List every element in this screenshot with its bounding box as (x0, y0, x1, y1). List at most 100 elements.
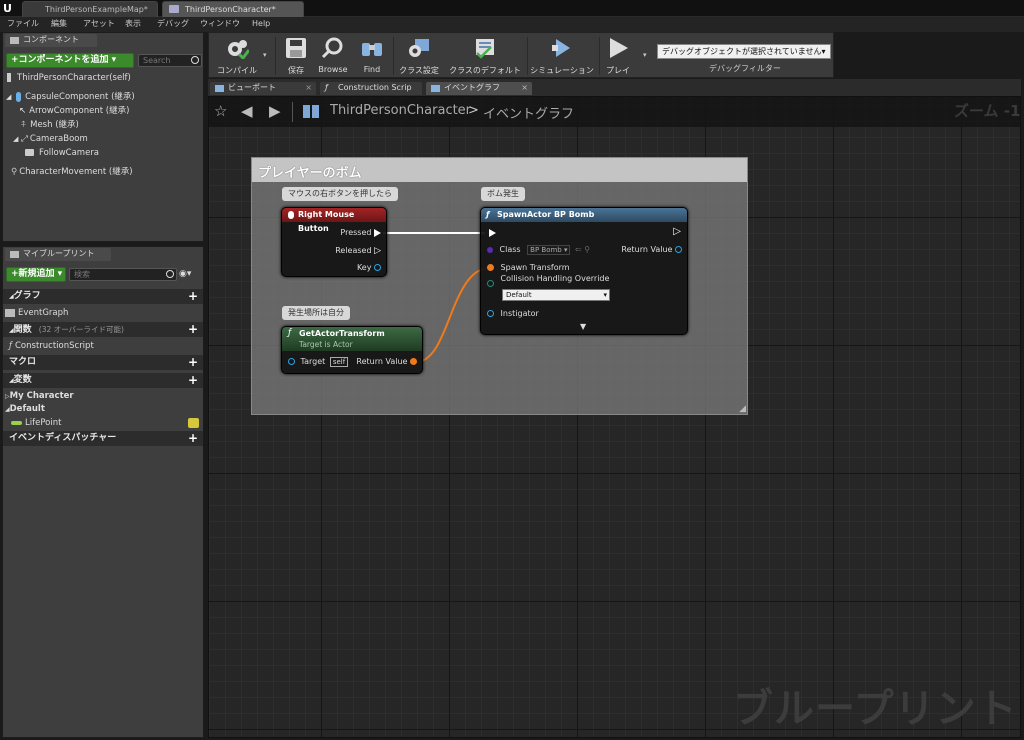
menu-debug[interactable]: デバッグ (157, 17, 189, 32)
node-spawn-actor[interactable]: ƒ SpawnActor BP Bomb ▷ Class BP Bomb ▾ ⇐… (480, 207, 688, 335)
pin-transform-return[interactable]: Return Value (356, 357, 417, 366)
menu-edit[interactable]: 編集 (51, 17, 67, 32)
blueprint-toolbar: コンパイル ▾ 保存 Browse Find クラス設定 クラスのデフォルト シ… (208, 32, 834, 78)
save-button[interactable]: 保存 (279, 33, 313, 79)
class-settings-button[interactable]: クラス設定 (397, 33, 441, 79)
construction-script-item[interactable]: ƒ ConstructionScript (9, 339, 94, 353)
add-macro-plus-icon[interactable]: + (188, 355, 198, 369)
tab-construction-script-label: Construction Scrip (338, 83, 412, 92)
play-button[interactable]: プレイ (601, 33, 635, 79)
arrow-icon: ↖ (19, 106, 27, 116)
event-graph-item[interactable]: EventGraph (5, 306, 68, 320)
add-variable-plus-icon[interactable]: + (188, 373, 198, 387)
simulation-button[interactable]: シミュレーション (529, 33, 595, 79)
exec-in-pin-icon[interactable] (489, 229, 496, 237)
compile-options-chevron-down-icon[interactable]: ▾ (263, 51, 267, 59)
breadcrumb-graph[interactable]: イベントグラフ (483, 103, 574, 122)
pin-pressed[interactable]: Pressed (340, 228, 381, 237)
var-category-default-label: Default (9, 404, 45, 414)
pin-class[interactable]: Class BP Bomb ▾ ⇐ ⚲ (487, 245, 590, 255)
node-get-actor-transform[interactable]: ƒ GetActorTransform Target is Actor Targ… (281, 326, 423, 374)
object-pin-icon (288, 358, 295, 365)
pin-instigator[interactable]: Instigator (487, 309, 539, 318)
menu-view[interactable]: 表示 (125, 17, 141, 32)
unreal-logo-icon[interactable]: U (3, 2, 17, 15)
menu-help[interactable]: Help (252, 17, 270, 32)
tab-construction-script[interactable]: ƒ Construction Scrip (320, 82, 422, 95)
tree-item-movement[interactable]: ⚲ CharacterMovement (継承) (3, 165, 203, 179)
class-select[interactable]: BP Bomb ▾ (527, 245, 571, 255)
browse-magnifier-icon[interactable]: ⚲ (584, 245, 590, 254)
section-macros[interactable]: マクロ + (3, 355, 203, 370)
section-dispatchers[interactable]: イベントディスパッチャー + (3, 431, 203, 446)
add-new-button[interactable]: +新規追加 ▾ (6, 267, 66, 282)
variable-lifepoint[interactable]: LifePoint (11, 416, 201, 430)
comment-bubble-transform: 発生場所は自分 (282, 306, 350, 320)
section-variables[interactable]: ◢変数 + (3, 373, 203, 388)
pin-return-value[interactable]: Return Value (621, 245, 682, 254)
class-defaults-button[interactable]: クラスのデフォルト (447, 33, 523, 79)
menu-asset[interactable]: アセット (83, 17, 115, 32)
event-graph-label: EventGraph (18, 308, 69, 318)
tab-event-graph[interactable]: イベントグラフ × (426, 82, 532, 95)
component-search-input[interactable]: Search (138, 54, 202, 67)
browse-button[interactable]: Browse (315, 33, 351, 79)
tree-item-followcamera[interactable]: FollowCamera (3, 146, 203, 160)
find-button[interactable]: Find (355, 33, 389, 79)
add-graph-plus-icon[interactable]: + (188, 289, 198, 303)
var-category-my-character[interactable]: ▷My Character (5, 389, 74, 403)
doc-tab-map[interactable]: ThirdPersonExampleMap* (22, 1, 158, 17)
blueprint-search-input[interactable]: 検索 (69, 268, 177, 281)
forward-arrow-icon[interactable]: ▶ (269, 102, 281, 120)
pin-collision[interactable]: Collision Handling Override (487, 274, 609, 288)
browse-magnifier-icon (321, 37, 343, 59)
tab-viewport[interactable]: ビューポート × (210, 82, 316, 95)
node-spawn-title: SpawnActor BP Bomb (497, 210, 595, 219)
simulation-icon (552, 39, 570, 57)
components-tab-label: コンポーネント (23, 35, 79, 44)
section-graphs[interactable]: ◢グラフ + (3, 289, 203, 304)
pin-spawn-transform[interactable]: Spawn Transform (487, 263, 570, 272)
add-component-button[interactable]: +コンポーネントを追加 ▾ (6, 53, 134, 68)
add-dispatcher-plus-icon[interactable]: + (188, 431, 198, 445)
pin-target[interactable]: Target self (288, 357, 349, 367)
tree-item-arrow[interactable]: ↖ ArrowComponent (継承) (3, 104, 203, 118)
my-blueprint-tab[interactable]: マイブループリント (5, 248, 111, 261)
resize-handle-icon[interactable]: ◢ (739, 404, 746, 414)
find-label: Find (363, 65, 381, 74)
play-options-chevron-down-icon[interactable]: ▾ (643, 51, 647, 59)
star-icon[interactable]: ☆ (214, 102, 227, 120)
add-function-plus-icon[interactable]: + (188, 322, 198, 336)
components-tab[interactable]: コンポーネント (5, 34, 97, 47)
menu-file[interactable]: ファイル (7, 17, 39, 32)
expand-advanced-chevron-down-icon[interactable]: ▼ (580, 322, 586, 331)
exec-pin-hollow-icon: ▷ (374, 246, 381, 256)
use-selected-arrow-icon[interactable]: ⇐ (575, 245, 582, 254)
tree-item-self[interactable]: ThirdPersonCharacter(self) (3, 71, 203, 85)
visibility-eye-icon[interactable] (188, 418, 199, 428)
collision-select[interactable]: Default ▾ (502, 289, 610, 301)
pin-released[interactable]: Released ▷ (335, 246, 381, 256)
close-icon[interactable]: × (521, 82, 528, 94)
menu-window[interactable]: ウィンドウ (200, 17, 240, 32)
compile-button[interactable]: コンパイル (211, 33, 263, 79)
tree-item-cameraboom[interactable]: ◢ ⤢ CameraBoom (3, 132, 203, 146)
var-category-default[interactable]: ◢Default (5, 402, 45, 416)
debug-object-select[interactable]: デバッグオブジェクトが選択されていません▾ (657, 44, 831, 59)
tree-item-capsule[interactable]: ◢ CapsuleComponent (継承) (3, 90, 203, 104)
back-arrow-icon[interactable]: ◀ (241, 102, 253, 120)
tree-item-mesh-label: Mesh (継承) (30, 120, 79, 130)
add-new-label: +新規追加 ▾ (11, 269, 63, 279)
exec-out-pin-icon[interactable]: ▷ (673, 226, 681, 237)
tree-item-mesh[interactable]: ⍏ Mesh (継承) (3, 118, 203, 132)
section-functions[interactable]: ◢関数 (32 オーバーライド可能) + (3, 322, 203, 337)
breadcrumb-class[interactable]: ThirdPersonCharacter (330, 103, 471, 118)
mesh-icon: ⍏ (21, 120, 27, 130)
view-options-eye-icon[interactable]: ◉▾ (179, 268, 201, 281)
breadcrumb-separator: > (468, 103, 479, 118)
doc-tab-character[interactable]: ThirdPersonCharacter* (162, 1, 304, 17)
node-right-mouse-button[interactable]: Right Mouse Button Pressed Released ▷ Ke… (281, 207, 387, 277)
pin-key[interactable]: Key (357, 263, 381, 272)
close-icon[interactable]: × (305, 82, 312, 94)
comment-bubble-spawn-text: ボム発生 (487, 189, 519, 198)
